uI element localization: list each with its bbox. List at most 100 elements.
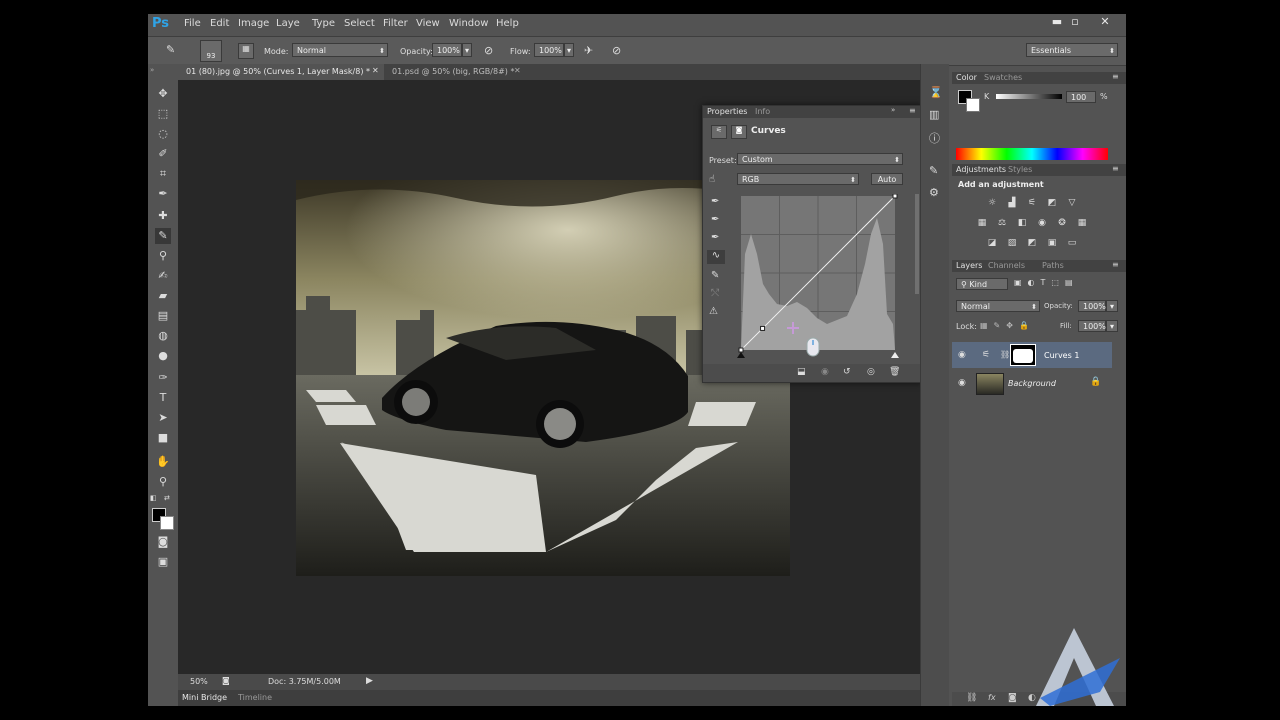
brightness-contrast-icon[interactable]: ☼ [986,198,998,208]
menu-help[interactable]: Help [496,18,519,29]
workspace-select[interactable]: Essentials ⬍ [1026,43,1118,57]
vibrance-icon[interactable]: ▽ [1066,198,1078,208]
menu-file[interactable]: File [184,18,201,29]
tab-paths[interactable]: Paths [1042,260,1064,272]
color-lookup-icon[interactable]: ▦ [1076,218,1088,228]
menu-type[interactable]: Type [312,18,335,29]
pen-tool-icon[interactable]: ✑ [155,370,171,386]
invert-icon[interactable]: ◪ [986,238,998,248]
pressure-opacity-icon[interactable]: ⊘ [484,44,493,57]
layer-filter-icons[interactable]: ▣◐T⬚▤ [1014,278,1079,287]
black-point-slider[interactable] [737,352,745,358]
exposure-icon[interactable]: ◩ [1046,198,1058,208]
k-value-field[interactable]: 100 [1066,91,1096,103]
status-menu-arrow-icon[interactable]: ▶ [366,676,373,686]
collapse-icon[interactable]: » [891,106,895,114]
close-tab-icon[interactable]: ✕ [514,66,521,75]
auto-button[interactable]: Auto [871,173,903,185]
bg-color-swatch[interactable] [966,98,980,112]
reset-icon[interactable]: ↺ [843,367,851,377]
menu-layer[interactable]: Laye [276,18,300,29]
brush-tool-icon[interactable]: ✎ [155,228,171,244]
layer-opacity-field[interactable]: 100% [1078,300,1106,312]
quick-mask-icon[interactable]: ◙ [155,534,171,550]
color-spectrum[interactable] [956,148,1108,160]
fill-field[interactable]: 100% [1078,320,1106,332]
curves-icon[interactable]: ⚟ [1026,198,1038,208]
clip-to-layer-icon[interactable]: ⬓ [797,367,806,377]
menu-image[interactable]: Image [238,18,269,29]
smooth-curve-icon[interactable]: ⤲ [711,288,719,299]
tab-adjustments[interactable]: Adjustments [956,164,1006,176]
blend-mode-select[interactable]: Normal ⬍ [956,300,1040,312]
document-tab-active[interactable]: 01 (80).jpg @ 50% (Curves 1, Layer Mask/… [178,64,384,80]
visibility-eye-icon[interactable]: ◎ [867,367,875,377]
properties-panel-icon[interactable]: ▥ [929,108,939,121]
default-colors-icon[interactable]: ◧ [150,494,157,502]
eyedropper-tool-icon[interactable]: ✒ [155,186,171,202]
k-slider[interactable] [996,94,1062,99]
color-balance-icon[interactable]: ⚖ [996,218,1008,228]
info-panel-icon[interactable]: ⓘ [929,130,940,146]
tab-properties[interactable]: Properties [707,106,747,118]
black-white-icon[interactable]: ◧ [1016,218,1028,228]
view-previous-icon[interactable]: ◉ [821,367,829,377]
tab-mini-bridge[interactable]: Mini Bridge [182,693,227,702]
opacity-field[interactable]: 100% [432,43,462,57]
menu-edit[interactable]: Edit [210,18,229,29]
white-point-eyedropper-icon[interactable]: ✒ [711,232,719,243]
link-icon[interactable]: ⛓ [1000,350,1010,359]
channel-select[interactable]: RGB ⬍ [737,173,859,185]
layer-filter-select[interactable]: ⚲ Kind [956,278,1008,290]
layer-thumbnail[interactable] [976,373,1004,395]
tab-styles[interactable]: Styles [1008,164,1032,176]
gradient-map-icon[interactable]: ▭ [1066,238,1078,248]
lock-options-icons[interactable]: ▦✎✥🔒 [980,321,1035,330]
pencil-draw-icon[interactable]: ✎ [711,270,719,281]
panel-menu-icon[interactable]: ≡ [1112,164,1119,173]
opacity-dropdown-icon[interactable]: ▾ [462,43,472,57]
layer-row-background[interactable]: ◉ Background 🔒 [952,370,1112,396]
pressure-size-icon[interactable]: ⊘ [612,44,621,57]
maximize-button[interactable]: ▫ [1066,15,1084,29]
document-tab[interactable]: 01.psd @ 50% (big, RGB/8#) * [384,64,520,80]
dodge-tool-icon[interactable]: ● [155,348,171,364]
minimize-button[interactable]: ▬ [1048,15,1066,29]
tab-info[interactable]: Info [755,106,770,118]
gradient-tool-icon[interactable]: ▤ [155,308,171,324]
trash-icon[interactable]: 🗑 [889,367,900,377]
swap-colors-icon[interactable]: ⇄ [164,494,170,502]
menu-view[interactable]: View [416,18,440,29]
fx-icon[interactable]: fx [988,693,996,702]
shape-tool-icon[interactable]: ■ [155,430,171,446]
collapse-icon[interactable]: » [150,66,154,74]
marquee-tool-icon[interactable]: ⬚ [155,106,171,122]
history-panel-icon[interactable]: ⌛ [929,86,943,99]
airbrush-icon[interactable]: ✈ [584,44,593,57]
blur-tool-icon[interactable]: ◍ [155,328,171,344]
flow-dropdown-icon[interactable]: ▾ [564,43,574,57]
close-tab-icon[interactable]: ✕ [372,66,379,75]
brush-preset-picker[interactable]: 93 [200,40,222,62]
brush-tool-icon[interactable]: ✎ [166,43,182,59]
move-tool-icon[interactable]: ✥ [155,86,171,102]
eye-icon[interactable]: ◉ [958,378,966,388]
mode-select[interactable]: Normal ⬍ [292,43,388,57]
curves-graph[interactable] [737,194,903,362]
curve-edit-icon[interactable]: ∿ [707,250,725,264]
target-adjust-icon[interactable]: ☝ [709,174,715,185]
black-point-eyedropper-icon[interactable]: ✒ [711,196,719,207]
tab-layers[interactable]: Layers [956,260,982,272]
fill-dropdown-icon[interactable]: ▾ [1106,320,1118,332]
clone-source-icon[interactable]: ⚙ [929,186,939,199]
healing-brush-tool-icon[interactable]: ✚ [155,208,171,224]
tab-color[interactable]: Color [956,72,977,84]
tab-timeline[interactable]: Timeline [238,693,272,702]
curves-adjustment-icon[interactable]: ⚟ [711,125,727,139]
posterize-icon[interactable]: ▨ [1006,238,1018,248]
hue-saturation-icon[interactable]: ▦ [976,218,988,228]
status-info-icon[interactable]: ◙ [222,676,230,685]
flow-field[interactable]: 100% [534,43,564,57]
panel-menu-icon[interactable]: ≡ [909,106,916,115]
hand-tool-icon[interactable]: ✋ [155,454,171,470]
